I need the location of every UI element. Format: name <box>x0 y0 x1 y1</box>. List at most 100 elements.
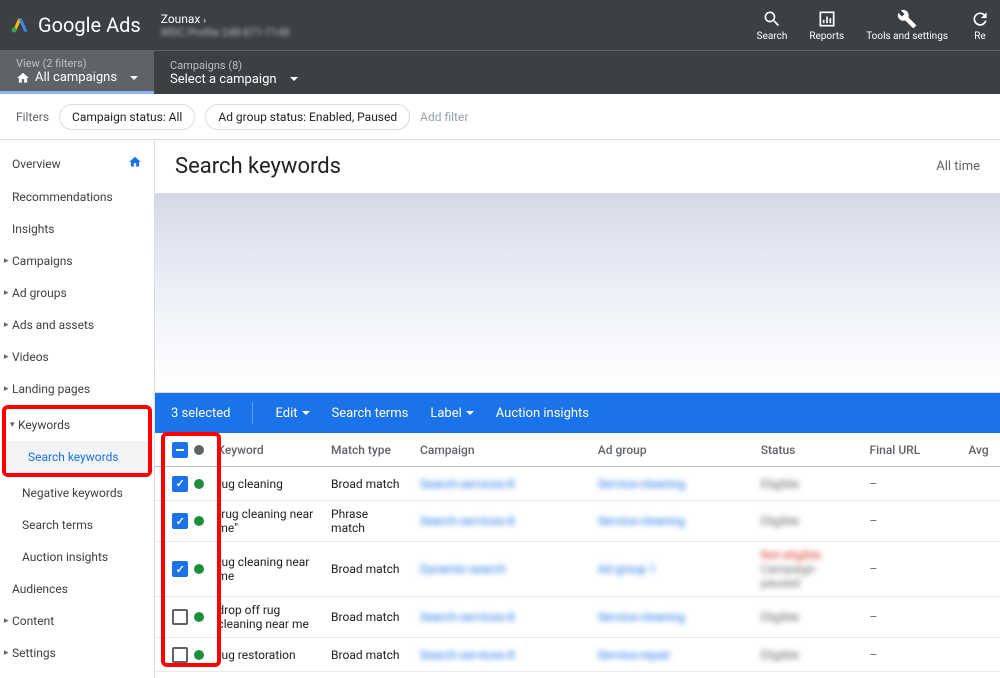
view-breadcrumb[interactable]: View (2 filters) All campaigns <box>0 51 154 94</box>
sidebar-item-ad-groups[interactable]: Ad groups <box>0 277 154 309</box>
col-header-campaign[interactable]: Campaign <box>412 437 590 463</box>
chevron-down-icon <box>302 411 310 415</box>
sidebar-item-content[interactable]: Content <box>0 605 154 637</box>
status-dot <box>194 650 204 660</box>
sidebar-item-search-terms[interactable]: Search terms <box>0 509 154 541</box>
cell-match: Broad match <box>323 642 412 668</box>
row-checkbox[interactable] <box>172 647 188 663</box>
cell-keyword: rug cleaning <box>209 471 323 497</box>
reports-icon <box>817 9 837 29</box>
campaign-breadcrumb[interactable]: Campaigns (8) Select a campaign <box>154 51 314 94</box>
table-row[interactable]: "rug cleaning near me" Phrase match Sear… <box>155 501 1000 542</box>
cell-adgroup: Service-cleaning <box>590 471 753 497</box>
cell-match: Broad match <box>323 556 412 582</box>
select-all-checkbox[interactable] <box>172 442 188 458</box>
sidebar-item-auction-insights[interactable]: Auction insights <box>0 541 154 573</box>
col-header-avg[interactable]: Avg <box>960 437 1000 463</box>
cell-avg <box>960 563 1000 575</box>
table-row[interactable]: rug cleaning Broad match Search-services… <box>155 467 1000 501</box>
col-header-match[interactable]: Match type <box>323 437 412 463</box>
product-logo[interactable]: Google Ads <box>10 13 141 37</box>
page-title: Search keywords <box>175 154 341 179</box>
sidebar-item-negative-keywords[interactable]: Negative keywords <box>0 477 154 509</box>
col-header-keyword[interactable]: Keyword <box>209 437 323 463</box>
filters-label: Filters <box>16 110 49 124</box>
page-header: Search keywords All time <box>155 140 1000 193</box>
main-content: Search keywords All time 3 selected Edit… <box>155 140 1000 678</box>
status-dot <box>194 445 204 455</box>
sidebar-item-search-keywords[interactable]: Search keywords <box>6 441 148 473</box>
cell-avg <box>960 478 1000 490</box>
app-header: Google Ads Zounax › WDC Profile 248-871-… <box>0 0 1000 50</box>
chevron-down-icon <box>466 411 474 415</box>
sidebar-item-settings[interactable]: Settings <box>0 637 154 669</box>
cell-keyword: rug restoration <box>209 642 323 668</box>
time-range-selector[interactable]: All time <box>936 159 980 174</box>
cell-status: Eligible <box>753 604 862 630</box>
sidebar-item-recommendations[interactable]: Recommendations <box>0 181 154 213</box>
filter-bar: Filters Campaign status: All Ad group st… <box>0 94 1000 140</box>
status-dot <box>194 612 204 622</box>
row-checkbox[interactable] <box>172 513 188 529</box>
edit-menu[interactable]: Edit <box>275 406 309 421</box>
sidebar-item-keywords[interactable]: Keywords <box>6 409 148 441</box>
sidebar-item-campaigns[interactable]: Campaigns <box>0 245 154 277</box>
cell-campaign: Search-services-8 <box>412 471 590 497</box>
row-checkbox[interactable] <box>172 561 188 577</box>
sidebar-item-videos[interactable]: Videos <box>0 341 154 373</box>
row-checkbox[interactable] <box>172 609 188 625</box>
cell-url: – <box>861 471 960 497</box>
wrench-icon <box>897 9 917 29</box>
search-button[interactable]: Search <box>757 9 788 42</box>
cell-campaign: Search-services-8 <box>412 508 590 534</box>
account-switcher[interactable]: Zounax › WDC Profile 248-871-7148 <box>161 12 290 39</box>
filter-chip-adgroup-status[interactable]: Ad group status: Enabled, Paused <box>205 104 410 130</box>
status-dot <box>194 564 204 574</box>
col-header-status[interactable]: Status <box>753 437 862 463</box>
cell-url: – <box>861 556 960 582</box>
cell-adgroup: Service-cleaning <box>590 508 753 534</box>
table-row[interactable]: rug cleaning near me Broad match Dynamic… <box>155 542 1000 597</box>
home-icon <box>128 155 142 172</box>
home-icon <box>16 71 30 85</box>
sidebar-item-change-history[interactable]: Change history <box>0 669 154 678</box>
chart-placeholder <box>155 193 1000 393</box>
auction-insights-button[interactable]: Auction insights <box>496 406 589 421</box>
keywords-table: Keyword Match type Campaign Ad group Sta… <box>155 433 1000 678</box>
ads-logo-icon <box>10 15 30 35</box>
table-row[interactable]: "professional rug cleaning near me" Phra… <box>155 672 1000 678</box>
refresh-button[interactable]: Re <box>970 9 990 42</box>
cell-match: Phrase match <box>323 501 412 541</box>
sidebar-item-landing-pages[interactable]: Landing pages <box>0 373 154 405</box>
cell-avg <box>960 649 1000 661</box>
filter-chip-campaign-status[interactable]: Campaign status: All <box>59 104 195 130</box>
cell-url: – <box>861 642 960 668</box>
sidebar-item-overview[interactable]: Overview <box>0 146 154 181</box>
col-header-url[interactable]: Final URL <box>861 437 960 463</box>
selection-count: 3 selected <box>171 406 230 421</box>
table-header-row: Keyword Match type Campaign Ad group Sta… <box>155 433 1000 467</box>
search-terms-button[interactable]: Search terms <box>332 406 409 421</box>
add-filter-button[interactable]: Add filter <box>420 110 468 124</box>
cell-adgroup: Service-repair <box>590 642 753 668</box>
chevron-down-icon <box>130 76 138 80</box>
account-name: Zounax <box>161 12 201 26</box>
row-checkbox[interactable] <box>172 476 188 492</box>
reports-button[interactable]: Reports <box>809 9 844 42</box>
cell-keyword: "professional rug cleaning near me" <box>209 672 323 678</box>
cell-campaign: Dynamic-search <box>412 556 590 582</box>
cell-avg <box>960 611 1000 623</box>
refresh-icon <box>970 9 990 29</box>
sidebar-item-insights[interactable]: Insights <box>0 213 154 245</box>
label-menu[interactable]: Label <box>430 406 473 421</box>
sidebar: OverviewRecommendationsInsightsCampaigns… <box>0 140 155 678</box>
sidebar-item-ads-and-assets[interactable]: Ads and assets <box>0 309 154 341</box>
account-detail: WDC Profile 248-871-7148 <box>161 26 290 39</box>
tools-button[interactable]: Tools and settings <box>866 9 948 42</box>
col-header-adgroup[interactable]: Ad group <box>590 437 753 463</box>
cell-url: – <box>861 508 960 534</box>
sidebar-item-audiences[interactable]: Audiences <box>0 573 154 605</box>
status-dot <box>194 479 204 489</box>
table-row[interactable]: drop off rug cleaning near me Broad matc… <box>155 597 1000 638</box>
table-row[interactable]: rug restoration Broad match Search-servi… <box>155 638 1000 672</box>
